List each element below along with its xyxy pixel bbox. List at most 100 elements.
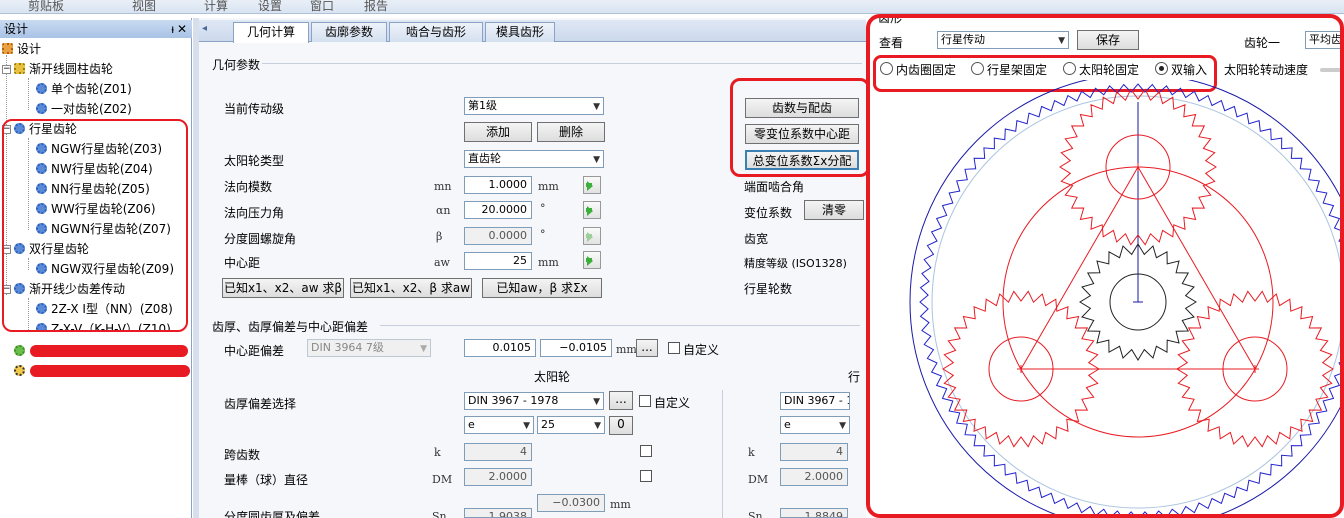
ribbon-group-bar: 剪贴板 视图 计算 设置 窗口 报告 xyxy=(0,0,1344,14)
sun-type-label: 太阳轮类型 xyxy=(224,154,285,168)
end-contact-angle-label: 端面啮合角 xyxy=(744,180,805,194)
section-title-deviation: 齿厚、齿厚偏差与中心距偏差 xyxy=(212,320,369,334)
divider xyxy=(380,325,860,326)
helix-angle-unit: ° xyxy=(540,228,546,241)
ribbon-group-clipboard[interactable]: 剪贴板 xyxy=(28,0,64,14)
apply-arrow-icon[interactable] xyxy=(583,227,601,245)
span-checkbox[interactable] xyxy=(640,445,652,457)
annotation-highlight xyxy=(730,78,870,177)
sun-custom-checkbox[interactable] xyxy=(639,395,651,407)
collapse-icon[interactable]: − xyxy=(2,65,11,74)
cd-more-button[interactable]: ... xyxy=(636,339,658,357)
extra-unit: mm xyxy=(610,498,631,511)
close-icon[interactable]: ✕ xyxy=(177,20,187,38)
span-teeth-input[interactable]: 4 xyxy=(464,443,532,461)
tree-item-cylindrical[interactable]: 渐开线圆柱齿轮 xyxy=(14,60,113,78)
tree-item-redacted-2[interactable] xyxy=(14,362,29,380)
face-width-label: 齿宽 xyxy=(744,232,769,246)
redaction-bar xyxy=(30,365,190,377)
center-distance-input[interactable]: 25 xyxy=(464,252,532,270)
design-panel-header: 设计 ᵼ ✕ xyxy=(0,20,192,38)
tab-mesh[interactable]: 啮合与齿形 xyxy=(389,22,483,42)
chevron-down-icon: ▼ xyxy=(593,102,600,112)
tree-root-design[interactable]: 设计 xyxy=(2,40,41,58)
annotation-highlight xyxy=(866,14,1344,518)
ribbon-group-window[interactable]: 窗口 xyxy=(310,0,334,14)
helix-angle-input[interactable]: 0.0000 xyxy=(464,227,532,245)
shift-coeff-label: 变位系数 xyxy=(744,206,793,220)
ribbon-group-settings[interactable]: 设置 xyxy=(258,0,282,14)
pitch-thickness-input[interactable]: 1.9038 xyxy=(464,508,532,518)
sun-zero-button[interactable]: 0 xyxy=(609,416,633,435)
pitch-symbol: Sn xyxy=(432,510,447,518)
tab-bar: ◂ 几何计算 齿廓参数 啮合与齿形 模具齿形 xyxy=(199,20,867,43)
planet-pitch-input[interactable]: 1.8849 xyxy=(780,508,848,518)
solve-sumx-button[interactable]: 已知aw，β 求Σx xyxy=(482,278,602,298)
tab-profile[interactable]: 齿廓参数 xyxy=(311,22,387,42)
tree-item-redacted-1[interactable] xyxy=(14,342,29,360)
tab-scroll-left-icon[interactable]: ◂ xyxy=(202,23,207,34)
apply-arrow-icon[interactable] xyxy=(583,176,601,194)
stage-select[interactable]: 第1级 ▼ xyxy=(464,97,604,115)
ribbon-group-calc[interactable]: 计算 xyxy=(204,0,228,14)
cd-upper-input[interactable]: 0.0105 xyxy=(464,339,536,357)
center-distance-label: 中心距 xyxy=(224,256,261,270)
extra-deviation-input[interactable]: −0.0300 xyxy=(537,494,605,512)
gear-icon xyxy=(36,83,47,94)
sun-type-select[interactable]: 直齿轮 ▼ xyxy=(464,150,604,168)
add-stage-button[interactable]: 添加 xyxy=(464,122,532,142)
thickness-dev-label: 齿厚偏差选择 xyxy=(224,397,297,411)
gear-icon xyxy=(14,345,25,356)
pressure-angle-unit: ° xyxy=(540,202,546,215)
ribbon-group-view[interactable]: 视图 xyxy=(132,0,156,14)
chevron-down-icon: ▼ xyxy=(420,344,427,354)
tab-mold[interactable]: 模具齿形 xyxy=(485,22,555,42)
sun-column-header: 太阳轮 xyxy=(534,370,571,384)
sun-deviation-e-select[interactable]: e ▼ xyxy=(464,416,534,434)
pressure-angle-input[interactable]: 20.0000 xyxy=(464,201,532,219)
ball-checkbox[interactable] xyxy=(640,470,652,482)
design-panel-title: 设计 xyxy=(4,22,29,36)
sun-tolerance-select[interactable]: 25 ▼ xyxy=(537,416,605,434)
divider xyxy=(722,390,723,518)
tab-geometry[interactable]: 几何计算 xyxy=(233,22,309,43)
span-teeth-label: 跨齿数 xyxy=(224,448,261,462)
chevron-down-icon: ▼ xyxy=(523,421,530,431)
accuracy-grade-label: 精度等级 (ISO1328) xyxy=(744,257,847,270)
helix-angle-symbol: β xyxy=(436,230,443,243)
pressure-angle-label: 法向压力角 xyxy=(224,206,285,220)
pitch-thickness-label: 分度圆齿厚及偏差 xyxy=(224,510,321,518)
cd-lower-input[interactable]: −0.0105 xyxy=(540,339,612,357)
delete-stage-button[interactable]: 删除 xyxy=(537,122,605,142)
module-input[interactable]: 1.0000 xyxy=(464,176,532,194)
apply-arrow-icon[interactable] xyxy=(583,201,601,219)
cd-custom-checkbox[interactable] xyxy=(668,342,680,354)
pin-icon[interactable]: ᵼ xyxy=(171,20,174,38)
planet-ball-input[interactable]: 2.0000 xyxy=(780,468,848,486)
ball-symbol: DM xyxy=(432,473,453,486)
ribbon-group-report[interactable]: 报告 xyxy=(364,0,388,14)
chevron-down-icon: ▼ xyxy=(593,155,600,165)
sun-thickness-std-select[interactable]: DIN 3967 - 1978 ▼ xyxy=(464,392,604,410)
planet-deviation-e-select[interactable]: e ▼ xyxy=(780,416,850,434)
cd-custom-label: 自定义 xyxy=(683,343,720,357)
ball-diameter-label: 量棒（球）直径 xyxy=(224,473,309,487)
tree-item-z02[interactable]: 一对齿轮(Z02) xyxy=(36,100,132,118)
planet-pitch-symbol: Sn xyxy=(748,510,763,518)
clear-shift-button[interactable]: 清零 xyxy=(804,200,864,220)
sun-thickness-more-button[interactable]: ... xyxy=(609,391,633,410)
gear-pair-icon xyxy=(14,63,25,74)
solve-aw-button[interactable]: 已知x1、x2、β 求aw xyxy=(350,278,472,298)
apply-arrow-icon[interactable] xyxy=(583,251,601,269)
pressure-angle-symbol: αn xyxy=(436,204,451,217)
planet-count-label: 行星轮数 xyxy=(744,282,793,296)
section-title-geometry: 几何参数 xyxy=(212,58,261,72)
tree-item-z01[interactable]: 单个齿轮(Z01) xyxy=(36,80,132,98)
cd-standard-select[interactable]: DIN 3964 7级 ▼ xyxy=(307,339,431,357)
ball-diameter-input[interactable]: 2.0000 xyxy=(464,468,532,486)
planet-thickness-std-select[interactable]: DIN 3967 - 1 xyxy=(780,392,850,410)
solve-beta-button[interactable]: 已知x1、x2、aw 求β xyxy=(222,278,344,298)
center-distance-symbol: aw xyxy=(434,256,450,269)
planet-span-symbol: k xyxy=(748,446,755,459)
planet-span-input[interactable]: 4 xyxy=(780,443,848,461)
